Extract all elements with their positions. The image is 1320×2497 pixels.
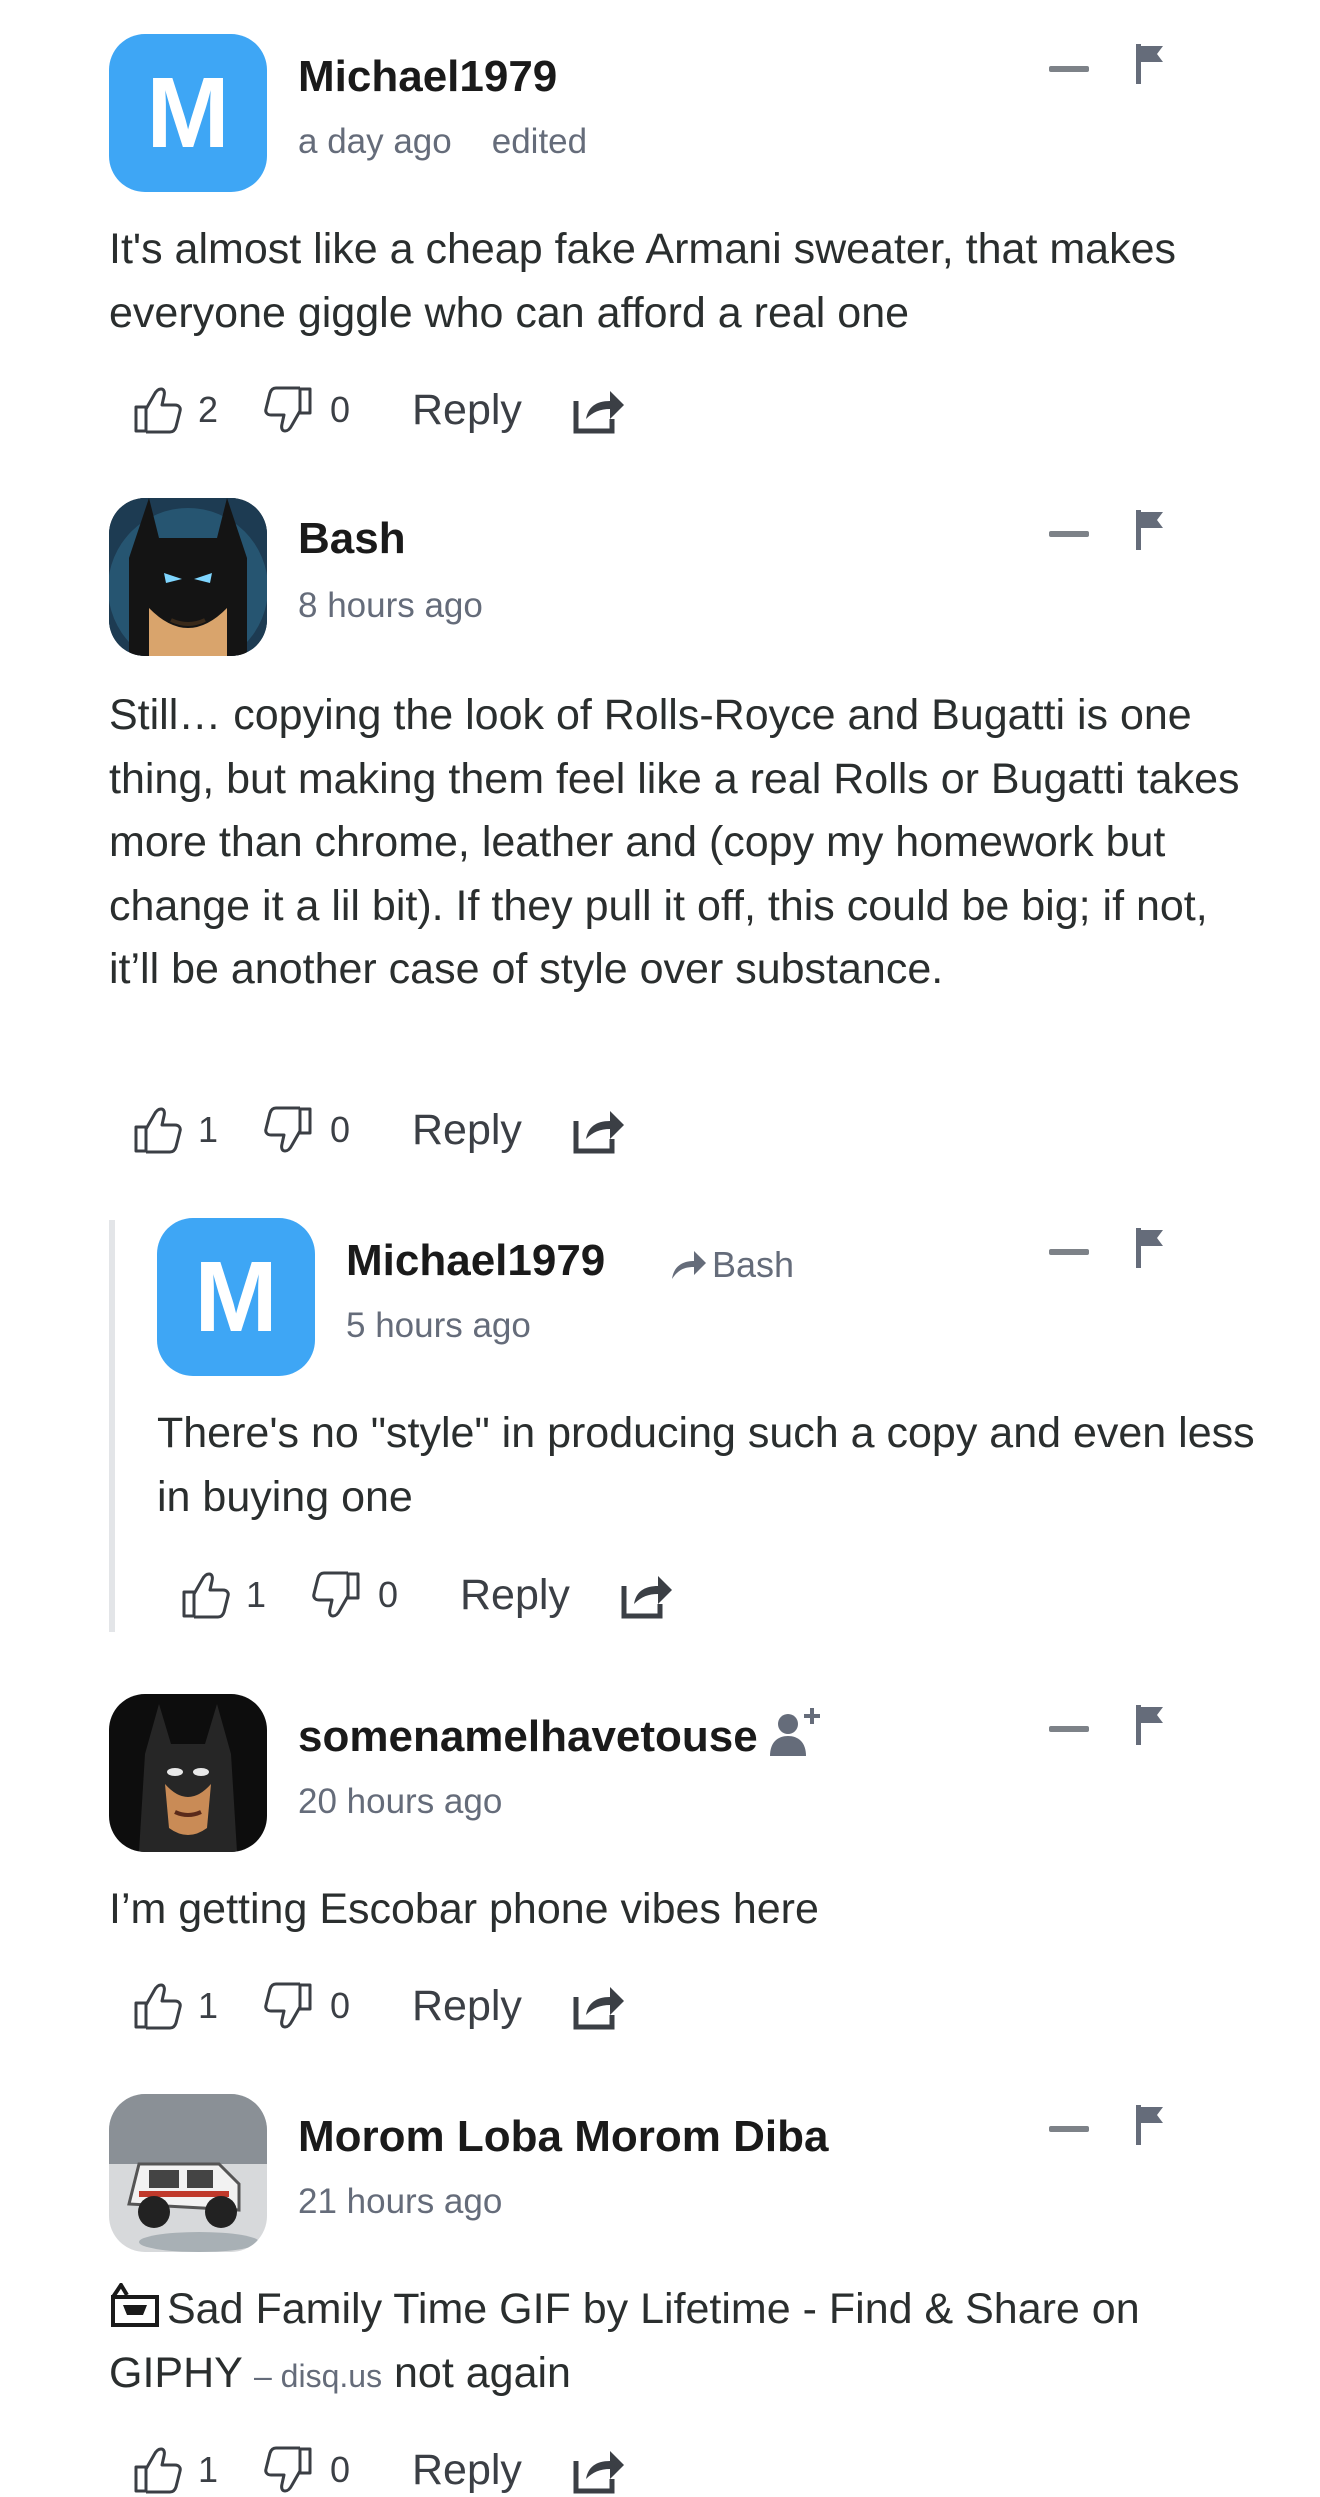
dislike-count: 0: [330, 1109, 351, 1150]
thumbs-up-icon[interactable]: [178, 1568, 232, 1622]
thumbs-up-icon[interactable]: [130, 1103, 184, 1157]
comment-body: Still… copying the look of Rolls-Royce a…: [109, 691, 1240, 993]
comment-actions: 1 0 Reply: [130, 2440, 626, 2497]
reply-arrow-icon: [672, 1251, 706, 1279]
avatar[interactable]: [109, 1694, 267, 1852]
flag-icon[interactable]: [1132, 42, 1166, 86]
avatar[interactable]: [109, 498, 267, 656]
share-icon[interactable]: [572, 2443, 626, 2497]
reply-button[interactable]: Reply: [412, 1982, 522, 2031]
comment-author[interactable]: somenamelhavetouse: [298, 1712, 758, 1762]
share-icon[interactable]: [572, 1979, 626, 2033]
in-reply-to[interactable]: Bash: [668, 1244, 794, 1286]
comment-text: not again: [394, 2348, 571, 2397]
comment-author[interactable]: Michael1979: [298, 52, 557, 102]
comment-time[interactable]: a day ago: [298, 122, 452, 161]
batman-avatar-image: [109, 1694, 267, 1852]
comment-author[interactable]: Bash: [298, 514, 406, 564]
comment-author[interactable]: Michael1979: [346, 1236, 605, 1286]
share-icon[interactable]: [620, 1568, 674, 1622]
thumbs-down-icon[interactable]: [262, 1103, 316, 1157]
comment-time[interactable]: 8 hours ago: [298, 586, 483, 626]
link-preview-icon: [111, 2283, 159, 2327]
reply-button[interactable]: Reply: [460, 1571, 570, 1620]
comment-meta: a day ago edited: [298, 122, 587, 162]
thumbs-up-icon[interactable]: [130, 2443, 184, 2497]
edited-label: edited: [491, 122, 588, 161]
comment-body: I’m getting Escobar phone vibes here: [109, 1885, 819, 1933]
dislike-count: 0: [330, 389, 351, 430]
reply-button[interactable]: Reply: [412, 386, 522, 435]
like-count: 2: [198, 389, 219, 430]
thumbs-up-icon[interactable]: [130, 383, 184, 437]
collapse-icon[interactable]: [1049, 66, 1089, 72]
thumbs-down-icon[interactable]: [262, 2443, 316, 2497]
thumbs-up-icon[interactable]: [130, 1979, 184, 2033]
follow-user-icon[interactable]: [768, 1706, 824, 1758]
share-icon[interactable]: [572, 383, 626, 437]
thumbs-down-icon[interactable]: [310, 1568, 364, 1622]
thumbs-down-icon[interactable]: [262, 383, 316, 437]
avatar[interactable]: M: [157, 1218, 315, 1376]
flag-icon[interactable]: [1132, 508, 1166, 552]
share-icon[interactable]: [572, 1103, 626, 1157]
comment-actions: 1 0 Reply: [130, 1976, 626, 2036]
dislike-count: 0: [330, 1985, 351, 2026]
comment-author[interactable]: Morom Loba Morom Diba: [298, 2112, 828, 2162]
collapse-icon[interactable]: [1049, 1726, 1089, 1732]
comment-time[interactable]: 5 hours ago: [346, 1306, 531, 1346]
avatar[interactable]: [109, 2094, 267, 2252]
collapse-icon[interactable]: [1049, 531, 1089, 537]
avatar-letter: M: [194, 1241, 278, 1353]
avatar[interactable]: M: [109, 34, 267, 192]
in-reply-to-name: Bash: [712, 1244, 795, 1285]
comment-actions: 1 0 Reply: [178, 1565, 674, 1625]
batman-lego-avatar-image: [109, 498, 267, 656]
comment-time[interactable]: 20 hours ago: [298, 1782, 502, 1822]
like-count: 1: [198, 1985, 219, 2026]
comment-body: It's almost like a cheap fake Armani swe…: [109, 225, 1176, 337]
comment-actions: 2 0 Reply: [130, 380, 626, 440]
reply-button[interactable]: Reply: [412, 1106, 522, 1155]
comment-time[interactable]: 21 hours ago: [298, 2182, 502, 2222]
comment-actions: 1 0 Reply: [130, 1100, 626, 1160]
flag-icon[interactable]: [1132, 2103, 1166, 2147]
flag-icon[interactable]: [1132, 1226, 1166, 1270]
thumbs-down-icon[interactable]: [262, 1979, 316, 2033]
avatar-letter: M: [146, 57, 230, 169]
collapse-icon[interactable]: [1049, 1249, 1089, 1255]
link-source[interactable]: – disq.us: [254, 2358, 382, 2394]
dislike-count: 0: [378, 1574, 399, 1615]
reply-button[interactable]: Reply: [412, 2446, 522, 2495]
flag-icon[interactable]: [1132, 1703, 1166, 1747]
like-count: 1: [198, 1109, 219, 1150]
dislike-count: 0: [330, 2449, 351, 2490]
jeep-avatar-image: [109, 2094, 267, 2252]
collapse-icon[interactable]: [1049, 2126, 1089, 2132]
comment-body: There's no "style" in producing such a c…: [157, 1409, 1255, 1521]
comment-body: Sad Family Time GIF by Lifetime - Find &…: [109, 2278, 1259, 2408]
like-count: 1: [246, 1574, 267, 1615]
thread-line: [109, 1220, 115, 1632]
like-count: 1: [198, 2449, 219, 2490]
